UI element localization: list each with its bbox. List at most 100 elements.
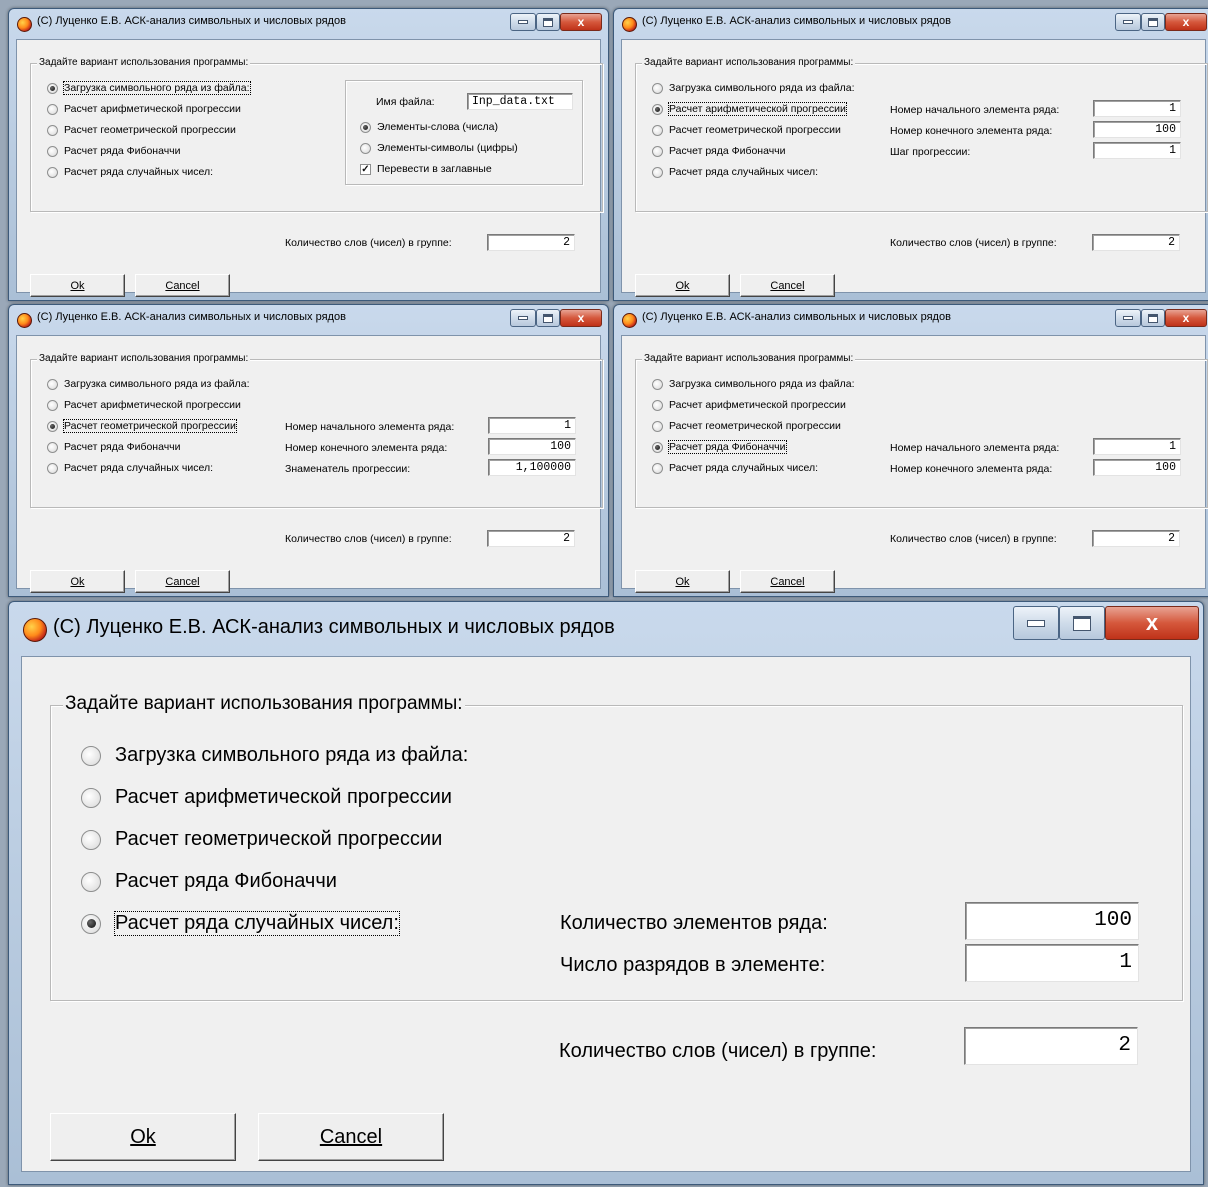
maximize-button[interactable] [1059,606,1105,640]
radio-button[interactable] [652,420,663,432]
cancel-button[interactable]: Cancel [258,1113,444,1161]
radio-button[interactable] [360,142,371,154]
progression-step-input[interactable]: 1 [1093,142,1181,159]
checkbox-checked[interactable]: ✓ [360,163,371,175]
option-geometric[interactable]: Расчет геометрической прогрессии [47,419,237,433]
option-random[interactable]: Расчет ряда случайных чисел: [652,462,818,474]
maximize-button[interactable] [1141,309,1165,327]
radio-button-checked[interactable] [81,913,101,934]
uppercase-checkbox[interactable]: ✓ Перевести в заглавные [360,163,492,175]
end-element-input[interactable]: 100 [488,438,576,455]
close-button[interactable]: x [560,309,602,327]
radio-button[interactable] [652,145,663,157]
ok-button[interactable]: Ok [50,1113,236,1161]
radio-button[interactable] [652,166,663,178]
radio-button[interactable] [47,145,58,157]
option-geometric[interactable]: Расчет геометрической прогрессии [81,828,442,851]
radio-button[interactable] [47,441,58,453]
minimize-button[interactable] [1115,13,1141,31]
cancel-button[interactable]: Cancel [740,570,835,593]
cancel-button[interactable]: Cancel [135,570,230,593]
radio-button[interactable] [47,462,58,474]
words-in-group-input[interactable]: 2 [487,530,575,547]
option-file-load[interactable]: Загрузка символьного ряда из файла: [652,378,855,390]
option-geometric[interactable]: Расчет геометрической прогрессии [652,124,841,136]
ok-button[interactable]: Ok [30,274,125,297]
close-button[interactable]: x [1165,13,1207,31]
title-bar[interactable]: (С) Луценко Е.В. АСК-анализ символьных и… [614,9,1208,37]
radio-button[interactable] [47,103,58,115]
radio-button-checked[interactable] [652,103,663,115]
start-element-input[interactable]: 1 [1093,438,1181,455]
close-button[interactable]: x [1165,309,1207,327]
maximize-button[interactable] [1141,13,1165,31]
option-fibonacci[interactable]: Расчет ряда Фибоначчи [652,145,786,157]
radio-button-checked[interactable] [360,121,371,133]
option-arithmetic[interactable]: Расчет арифметической прогрессии [652,399,846,411]
maximize-button[interactable] [536,309,560,327]
option-arithmetic[interactable]: Расчет арифметической прогрессии [47,103,241,115]
words-in-group-input[interactable]: 2 [964,1027,1138,1065]
option-random[interactable]: Расчет ряда случайных чисел: [81,911,400,936]
minimize-button[interactable] [1013,606,1059,640]
ok-button[interactable]: Ok [635,570,730,593]
words-in-group-input[interactable]: 2 [1092,234,1180,251]
words-in-group-input[interactable]: 2 [1092,530,1180,547]
end-element-input[interactable]: 100 [1093,121,1181,138]
file-name-input[interactable]: Inp_data.txt [467,93,573,110]
progression-ratio-input[interactable]: 1,100000 [488,459,576,476]
option-random[interactable]: Расчет ряда случайных чисел: [652,166,818,178]
minimize-button[interactable] [510,13,536,31]
minimize-button[interactable] [1115,309,1141,327]
option-elements-symbols[interactable]: Элементы-символы (цифры) [360,142,518,154]
option-fibonacci[interactable]: Расчет ряда Фибоначчи [81,870,337,893]
option-file-load[interactable]: Загрузка символьного ряда из файла: [652,82,855,94]
ok-button[interactable]: Ok [635,274,730,297]
radio-button[interactable] [47,399,58,411]
radio-button[interactable] [47,378,58,390]
minimize-button[interactable] [510,309,536,327]
option-fibonacci[interactable]: Расчет ряда Фибоначчи [47,441,181,453]
radio-button-checked[interactable] [652,441,663,453]
ok-button[interactable]: Ok [30,570,125,593]
radio-button[interactable] [47,124,58,136]
cancel-button[interactable]: Cancel [135,274,230,297]
option-elements-words[interactable]: Элементы-слова (числа) [360,121,498,133]
radio-button[interactable] [652,124,663,136]
radio-button[interactable] [47,166,58,178]
option-fibonacci[interactable]: Расчет ряда Фибоначчи [47,145,181,157]
close-button[interactable]: x [1105,606,1199,640]
radio-button[interactable] [81,787,101,808]
radio-button[interactable] [81,871,101,892]
radio-button[interactable] [652,378,663,390]
option-file-load[interactable]: Загрузка символьного ряда из файла: [47,81,251,95]
radio-button-checked[interactable] [47,82,58,94]
close-button[interactable]: x [560,13,602,31]
option-random[interactable]: Расчет ряда случайных чисел: [47,166,213,178]
radio-button[interactable] [81,829,101,850]
maximize-button[interactable] [536,13,560,31]
option-geometric[interactable]: Расчет геометрической прогрессии [652,420,841,432]
option-arithmetic[interactable]: Расчет арифметической прогрессии [652,102,847,116]
radio-button[interactable] [81,745,101,766]
radio-button[interactable] [652,462,663,474]
option-arithmetic[interactable]: Расчет арифметической прогрессии [81,786,452,809]
option-arithmetic[interactable]: Расчет арифметической прогрессии [47,399,241,411]
title-bar[interactable]: (С) Луценко Е.В. АСК-анализ символьных и… [9,9,608,37]
title-bar[interactable]: (С) Луценко Е.В. АСК-анализ символьных и… [9,305,608,333]
element-count-input[interactable]: 100 [965,902,1139,940]
start-element-input[interactable]: 1 [488,417,576,434]
words-in-group-input[interactable]: 2 [487,234,575,251]
cancel-button[interactable]: Cancel [740,274,835,297]
digits-per-element-input[interactable]: 1 [965,944,1139,982]
option-geometric[interactable]: Расчет геометрической прогрессии [47,124,236,136]
option-file-load[interactable]: Загрузка символьного ряда из файла: [81,744,468,767]
radio-button[interactable] [652,399,663,411]
radio-button[interactable] [652,82,663,94]
option-file-load[interactable]: Загрузка символьного ряда из файла: [47,378,250,390]
title-bar[interactable]: (С) Луценко Е.В. АСК-анализ символьных и… [9,602,1203,652]
title-bar[interactable]: (С) Луценко Е.В. АСК-анализ символьных и… [614,305,1208,333]
option-random[interactable]: Расчет ряда случайных чисел: [47,462,213,474]
end-element-input[interactable]: 100 [1093,459,1181,476]
radio-button-checked[interactable] [47,420,58,432]
